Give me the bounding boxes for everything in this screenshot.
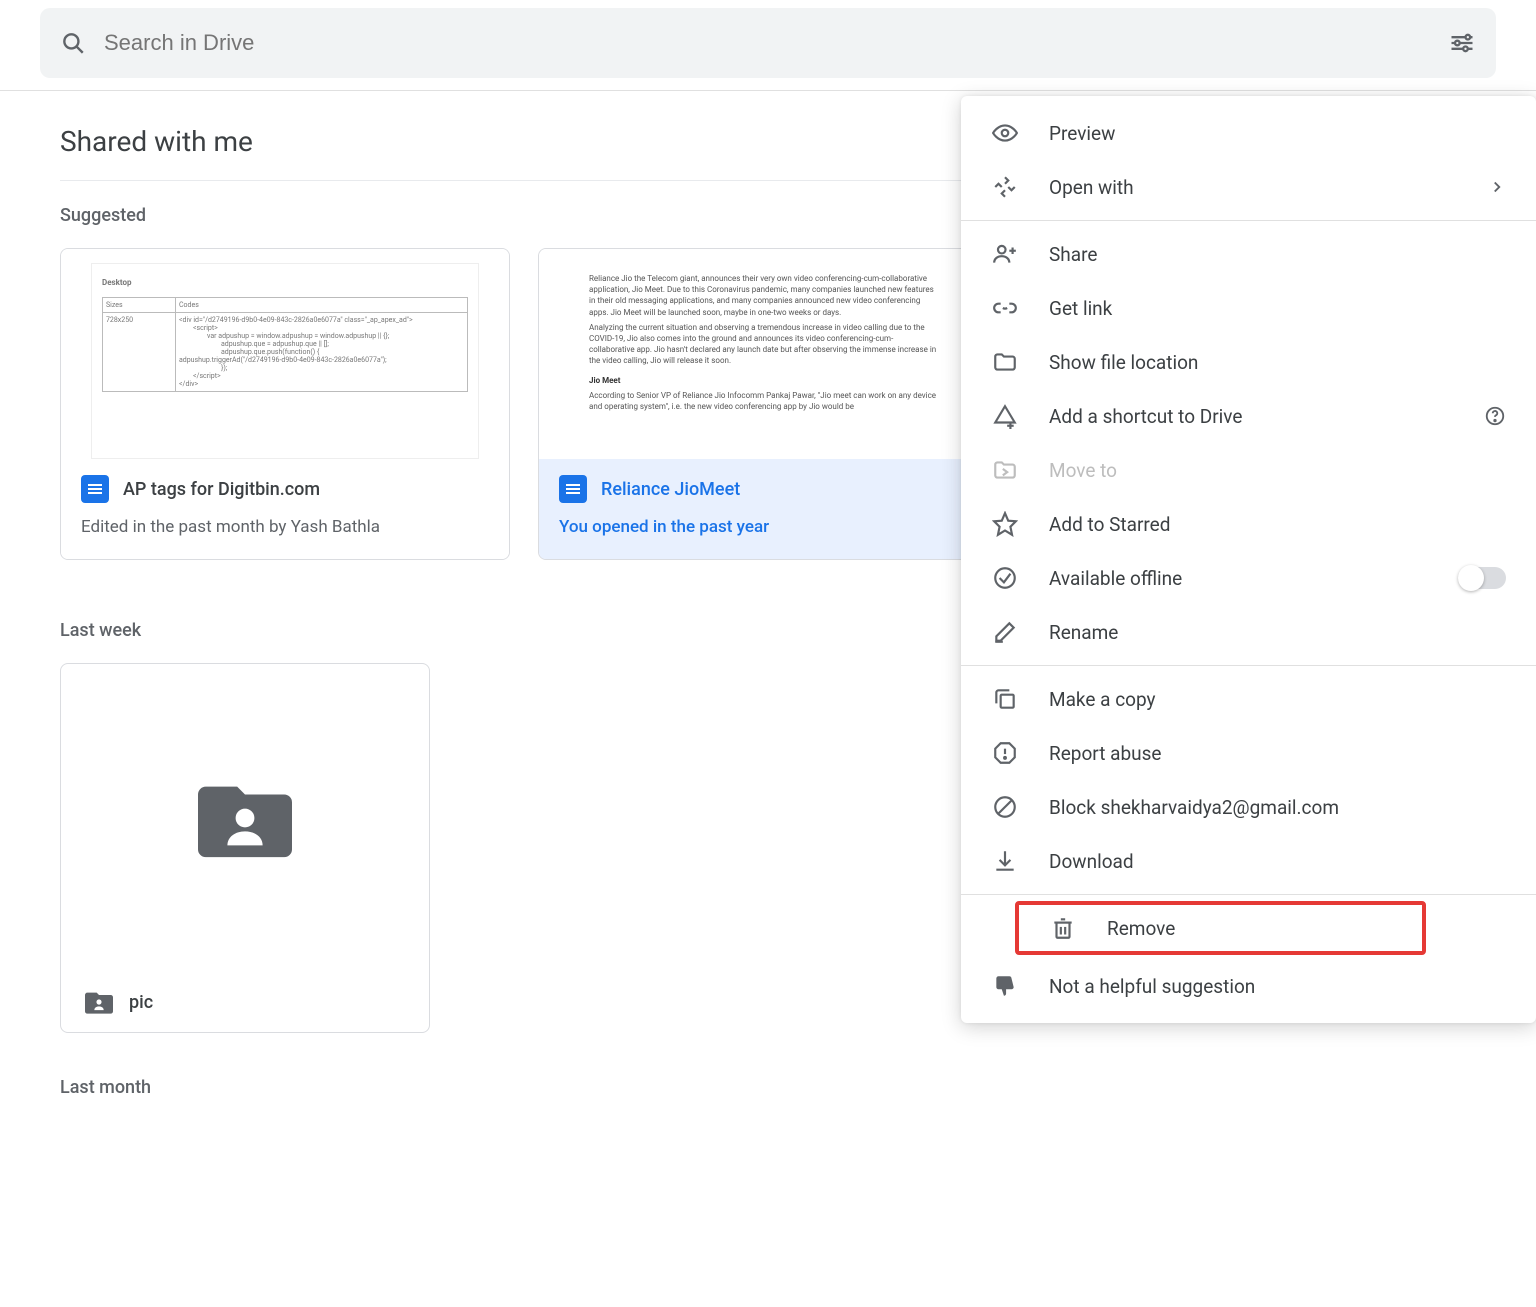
menu-add-starred[interactable]: Add to Starred	[961, 497, 1536, 551]
drive-shortcut-icon	[991, 403, 1019, 429]
card-subtitle: You opened in the past year	[559, 517, 967, 537]
copy-icon	[991, 686, 1019, 712]
menu-block[interactable]: Block shekharvaidya2@gmail.com	[961, 780, 1536, 834]
menu-not-helpful[interactable]: Not a helpful suggestion	[961, 959, 1536, 1013]
menu-add-shortcut[interactable]: Add a shortcut to Drive	[961, 389, 1536, 443]
thumb-down-icon	[991, 973, 1019, 999]
menu-report-abuse[interactable]: Report abuse	[961, 726, 1536, 780]
section-last-month: Last month	[60, 1077, 1476, 1098]
menu-get-link[interactable]: Get link	[961, 281, 1536, 335]
menu-remove[interactable]: Remove	[1019, 905, 1422, 951]
context-menu: Preview Open with Share Get link Show fi…	[961, 96, 1536, 1023]
menu-download[interactable]: Download	[961, 834, 1536, 888]
folder-icon	[991, 349, 1019, 375]
offline-toggle[interactable]	[1458, 567, 1506, 589]
menu-make-copy[interactable]: Make a copy	[961, 672, 1536, 726]
card-preview: Desktop SizesCodes 728x250 <div id="/d27…	[61, 249, 509, 459]
menu-move-to: Move to	[961, 443, 1536, 497]
menu-preview[interactable]: Preview	[961, 106, 1536, 160]
card-title: Reliance JioMeet	[601, 479, 740, 500]
eye-icon	[991, 120, 1019, 146]
card-subtitle: Edited in the past month by Yash Bathla	[81, 517, 489, 537]
menu-available-offline[interactable]: Available offline	[961, 551, 1536, 605]
folder-name: pic	[129, 992, 153, 1013]
shared-folder-icon	[85, 990, 113, 1014]
chevron-right-icon	[1488, 178, 1506, 196]
suggested-card-selected[interactable]: Reliance Jio the Telecom giant, announce…	[538, 248, 988, 560]
open-with-icon	[991, 174, 1019, 200]
google-doc-icon	[81, 475, 109, 503]
block-icon	[991, 794, 1019, 820]
warning-icon	[991, 740, 1019, 766]
shared-folder-icon	[198, 778, 292, 858]
search-input[interactable]	[104, 30, 1448, 56]
check-circle-icon	[991, 565, 1019, 591]
google-doc-icon	[559, 475, 587, 503]
menu-share[interactable]: Share	[961, 227, 1536, 281]
menu-open-with[interactable]: Open with	[961, 160, 1536, 214]
folder-move-icon	[991, 457, 1019, 483]
help-icon[interactable]	[1484, 405, 1506, 427]
filter-icon[interactable]	[1448, 29, 1476, 57]
download-icon	[991, 848, 1019, 874]
menu-rename[interactable]: Rename	[961, 605, 1536, 659]
menu-show-location[interactable]: Show file location	[961, 335, 1536, 389]
link-icon	[991, 295, 1019, 321]
search-bar[interactable]	[40, 8, 1496, 78]
search-icon	[60, 30, 86, 56]
suggested-card[interactable]: Desktop SizesCodes 728x250 <div id="/d27…	[60, 248, 510, 560]
trash-icon	[1049, 915, 1077, 941]
pencil-icon	[991, 619, 1019, 645]
highlight-remove: Remove	[1015, 901, 1426, 955]
star-icon	[991, 511, 1019, 537]
person-add-icon	[991, 241, 1019, 267]
folder-card[interactable]: pic	[60, 663, 430, 1033]
card-title: AP tags for Digitbin.com	[123, 479, 320, 500]
card-preview: Reliance Jio the Telecom giant, announce…	[539, 249, 987, 459]
